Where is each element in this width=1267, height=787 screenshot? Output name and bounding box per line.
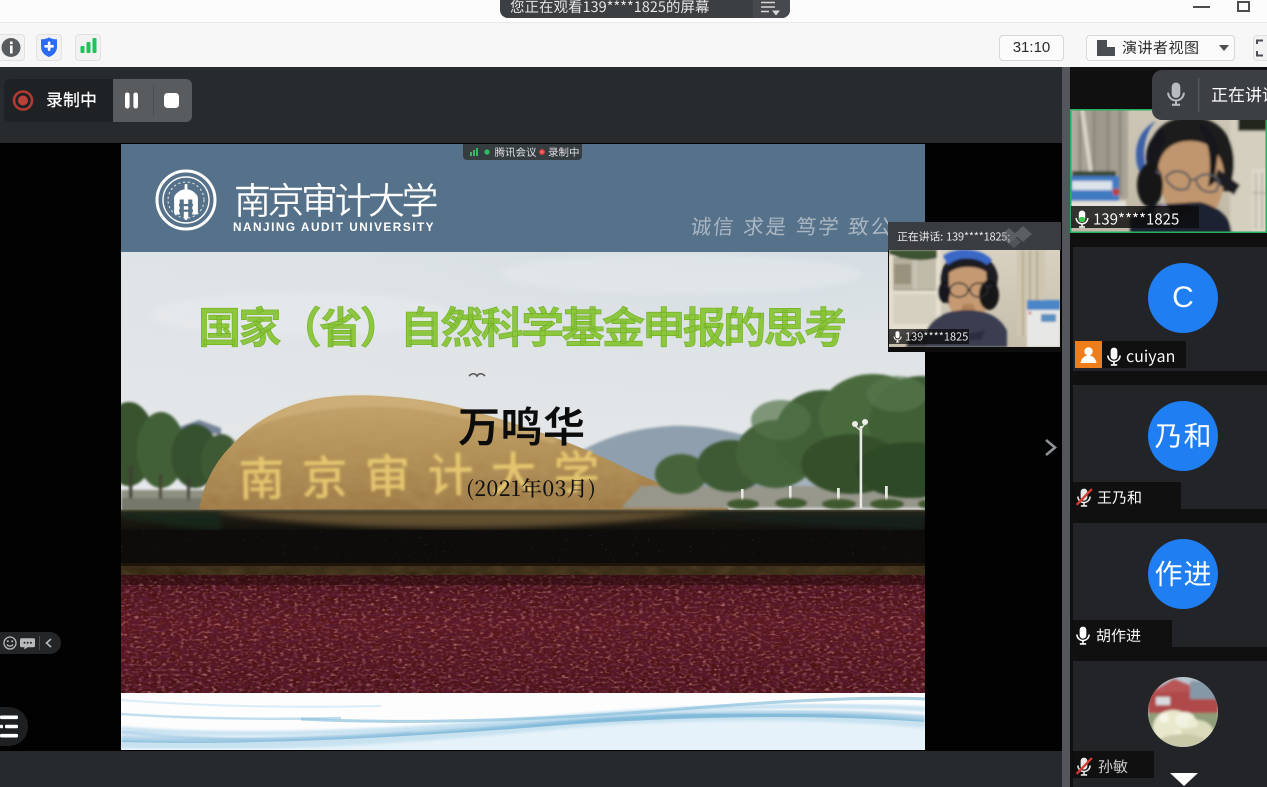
svg-text:NANJING AUDIT UNIVERSITY: NANJING AUDIT UNIVERSITY — [233, 220, 435, 234]
